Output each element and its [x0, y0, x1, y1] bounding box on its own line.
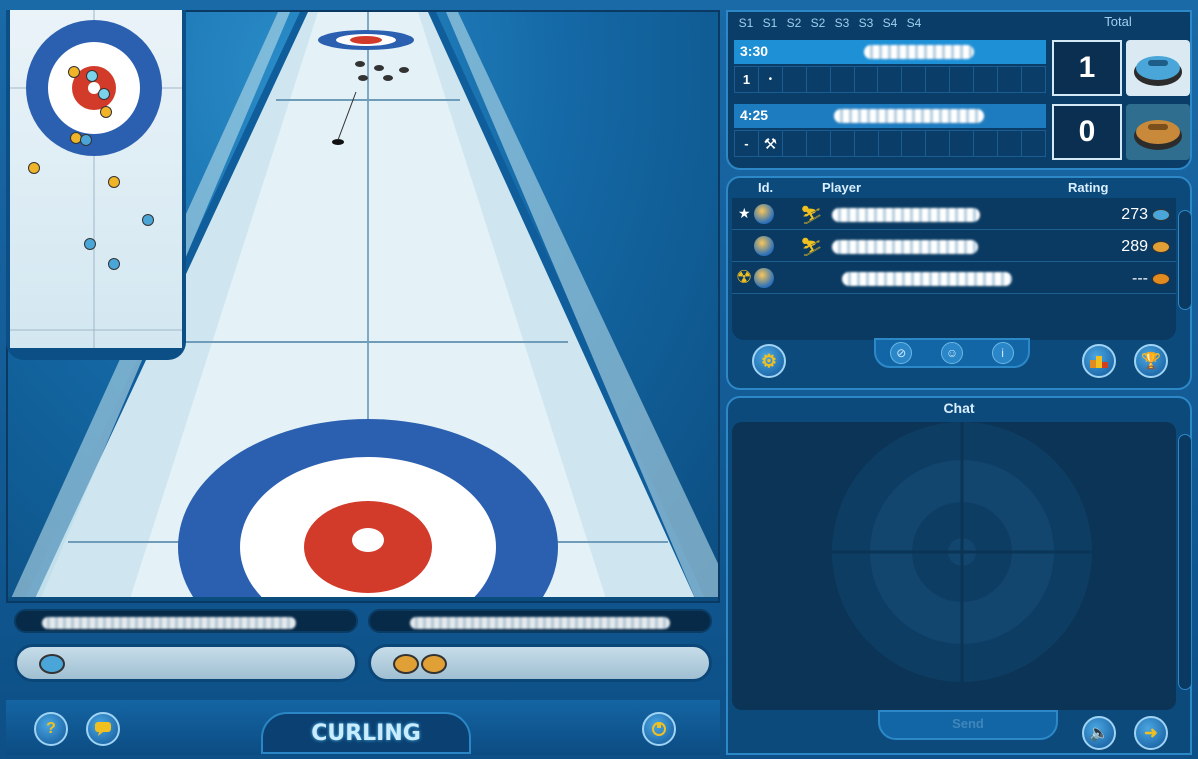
info-button[interactable]: i: [991, 342, 1014, 364]
globe-icon: [754, 268, 774, 288]
players-header: Id. Player Rating: [728, 178, 1190, 198]
team2-stone-icon: [421, 654, 447, 674]
end-score: 1: [734, 66, 759, 93]
total-header: Total: [1104, 14, 1132, 29]
team2-stone-icon: [393, 654, 419, 674]
player-row[interactable]: ☢ ---: [732, 264, 1176, 294]
team1-total: 1: [1052, 40, 1122, 96]
end-score: -: [734, 130, 759, 157]
players-scrollbar[interactable]: [1178, 210, 1192, 310]
chat-scrollbar[interactable]: [1178, 434, 1192, 690]
radiation-icon: ☢: [736, 267, 753, 287]
sound-button[interactable]: 🔈: [1082, 716, 1116, 750]
chat-bubble-button[interactable]: [86, 712, 120, 746]
team1-name-bar: [14, 609, 358, 633]
game-window: ? CURLING S1 S1 S2 S2 S3 S3 S4 S4 Total: [0, 0, 1198, 759]
players-panel: Id. Player Rating ★ ⛷ 273 ⛷ 289 ☢ --- ⚙ …: [726, 176, 1192, 390]
team1-stone-icon: [39, 654, 65, 674]
logo-text: CURLING: [311, 720, 421, 746]
team2-stones-remaining: [368, 644, 712, 682]
team2-stone-color: [1126, 104, 1190, 160]
house-minimap: [6, 10, 186, 360]
podium-button[interactable]: [1082, 344, 1116, 378]
team2-timer-row: 4:25: [734, 104, 1046, 128]
bottom-toolbar: ? CURLING: [6, 700, 720, 755]
star-icon: ★: [738, 205, 751, 221]
chat-log[interactable]: [732, 422, 1176, 710]
player-rating: 289: [1121, 238, 1148, 255]
rating-column-header: Rating: [1068, 180, 1109, 195]
end-headers: S1 S1 S2 S2 S3 S3 S4 S4: [734, 16, 1046, 34]
hammer-icon: ⚒: [757, 130, 783, 157]
scoreboard: S1 S1 S2 S2 S3 S3 S4 S4 Total 3:30 1 • 1: [726, 10, 1192, 170]
team2-name-bar: [368, 609, 712, 633]
exit-icon: ➜: [1144, 725, 1158, 742]
players-list: ★ ⛷ 273 ⛷ 289 ☢ ---: [732, 198, 1176, 340]
end-header: S4: [882, 16, 898, 30]
end-header: S3: [858, 16, 874, 30]
player-rating: ---: [1132, 270, 1148, 287]
end-header: S1: [738, 16, 754, 30]
player-row[interactable]: ⛷ 289: [732, 232, 1176, 262]
curling-logo: CURLING: [261, 712, 471, 754]
podium-icon: [1090, 356, 1108, 368]
trophy-button[interactable]: 🏆: [1134, 344, 1168, 378]
speaker-icon: 🔈: [1089, 725, 1109, 742]
player-actions: ⊘ ☺ i: [874, 338, 1030, 368]
end-header: S2: [810, 16, 826, 30]
settings-button[interactable]: ⚙: [752, 344, 786, 378]
team1-end-scores: 1 •: [734, 66, 1047, 93]
end-header: S4: [906, 16, 922, 30]
end-header: S2: [786, 16, 802, 30]
curler-icon: ⛷: [800, 205, 823, 225]
end-score: •: [757, 66, 783, 93]
profile-button[interactable]: ☺: [940, 342, 963, 364]
curler-icon: ⛷: [800, 237, 823, 257]
chat-title: Chat: [943, 400, 975, 416]
player-rating: 273: [1121, 206, 1148, 223]
minimap-drawing: [10, 10, 182, 348]
end-header: S1: [762, 16, 778, 30]
options-icon: [652, 722, 666, 736]
team1-time: 3:30: [740, 43, 769, 59]
help-icon: ?: [46, 720, 56, 737]
options-button[interactable]: [642, 712, 676, 746]
exit-button[interactable]: ➜: [1134, 716, 1168, 750]
block-player-button[interactable]: ⊘: [890, 342, 913, 364]
end-header: S3: [834, 16, 850, 30]
player-column-header: Player: [822, 180, 862, 195]
id-column-header: Id.: [758, 180, 774, 195]
help-button[interactable]: ?: [34, 712, 68, 746]
rating-stone-icon: [1152, 209, 1170, 221]
team1-timer-row: 3:30: [734, 40, 1046, 64]
send-button[interactable]: Send: [878, 710, 1058, 740]
globe-icon: [754, 236, 774, 256]
chat-watermark: [792, 422, 1132, 710]
team2-end-scores: - ⚒: [734, 130, 1047, 157]
globe-icon: [754, 204, 774, 224]
team1-stones-remaining: [14, 644, 358, 682]
team1-stone-color: [1126, 40, 1190, 96]
rating-stone-icon: [1152, 273, 1170, 285]
team2-time: 4:25: [740, 107, 769, 123]
gear-icon: ⚙: [760, 350, 778, 371]
rating-stone-icon: [1152, 241, 1170, 253]
trophy-icon: 🏆: [1141, 353, 1161, 370]
player-row[interactable]: ★ ⛷ 273: [732, 200, 1176, 230]
speech-icon: [95, 722, 111, 736]
team2-total: 0: [1052, 104, 1122, 160]
chat-panel: Chat Send 🔈 ➜: [726, 396, 1192, 755]
